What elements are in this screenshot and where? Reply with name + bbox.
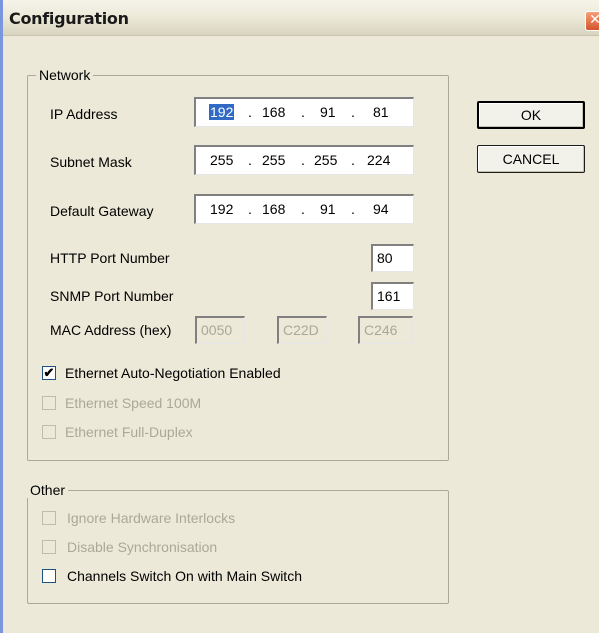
snmp-port-input[interactable]: 161 <box>371 282 414 310</box>
subnet-mask-label: Subnet Mask <box>50 154 132 170</box>
gateway-dot: . <box>351 201 355 217</box>
full-duplex-checkbox <box>42 425 56 439</box>
mac-part-3: C246 <box>358 316 413 344</box>
disable-sync-checkbox <box>42 540 56 554</box>
ip-dot: . <box>248 104 252 120</box>
window-title: Configuration <box>9 9 129 28</box>
ip-address-label: IP Address <box>50 106 118 122</box>
subnet-octet-4[interactable]: 224 <box>367 152 390 168</box>
disable-sync-label: Disable Synchronisation <box>67 539 218 555</box>
auto-negotiation-label[interactable]: Ethernet Auto-Negotiation Enabled <box>65 365 281 381</box>
speed-100m-label: Ethernet Speed 100M <box>65 395 202 411</box>
ip-dot: . <box>301 104 305 120</box>
gateway-octet-1[interactable]: 192 <box>210 201 233 217</box>
other-group-legend: Other <box>27 482 69 498</box>
subnet-dot: . <box>351 152 355 168</box>
channels-switch-checkbox[interactable] <box>42 569 56 583</box>
ip-octet-1[interactable]: 192 <box>209 104 235 120</box>
mac-address-label: MAC Address (hex) <box>50 322 172 338</box>
channels-switch-label[interactable]: Channels Switch On with Main Switch <box>67 568 302 584</box>
snmp-port-label: SNMP Port Number <box>50 288 174 304</box>
speed-100m-checkbox <box>42 396 56 410</box>
cancel-button[interactable]: CANCEL <box>477 145 585 173</box>
gateway-octet-3[interactable]: 91 <box>320 201 336 217</box>
network-group-legend: Network <box>36 67 94 83</box>
full-duplex-label: Ethernet Full-Duplex <box>65 424 193 440</box>
gateway-dot: . <box>248 201 252 217</box>
http-port-label: HTTP Port Number <box>50 250 170 266</box>
subnet-octet-2[interactable]: 255 <box>262 152 285 168</box>
subnet-octet-1[interactable]: 255 <box>210 152 233 168</box>
subnet-dot: . <box>248 152 252 168</box>
ip-octet-3[interactable]: 91 <box>320 104 336 120</box>
mac-part-1: 0050 <box>195 316 245 344</box>
subnet-dot: . <box>301 152 305 168</box>
ignore-interlocks-label: Ignore Hardware Interlocks <box>67 510 236 526</box>
configuration-window: Configuration ✕ Network IP Address 192 .… <box>0 0 599 633</box>
title-bar[interactable]: Configuration ✕ <box>3 0 599 36</box>
ip-address-field[interactable]: 192 . 168 . 91 . 81 <box>194 97 414 127</box>
auto-negotiation-checkbox[interactable]: ✔ <box>42 366 56 380</box>
mac-part-2: C22D <box>277 316 327 344</box>
subnet-mask-field[interactable]: 255 . 255 . 255 . 224 <box>194 145 414 175</box>
ip-octet-2[interactable]: 168 <box>262 104 285 120</box>
gateway-dot: . <box>301 201 305 217</box>
ip-dot: . <box>351 104 355 120</box>
gateway-octet-2[interactable]: 168 <box>262 201 285 217</box>
ip-octet-4[interactable]: 81 <box>373 104 389 120</box>
default-gateway-field[interactable]: 192 . 168 . 91 . 94 <box>194 194 414 224</box>
ignore-interlocks-checkbox <box>42 511 56 525</box>
ok-button[interactable]: OK <box>477 101 585 129</box>
http-port-input[interactable]: 80 <box>371 244 414 272</box>
default-gateway-label: Default Gateway <box>50 203 154 219</box>
close-icon[interactable]: ✕ <box>585 11 599 31</box>
gateway-octet-4[interactable]: 94 <box>373 201 389 217</box>
subnet-octet-3[interactable]: 255 <box>314 152 337 168</box>
